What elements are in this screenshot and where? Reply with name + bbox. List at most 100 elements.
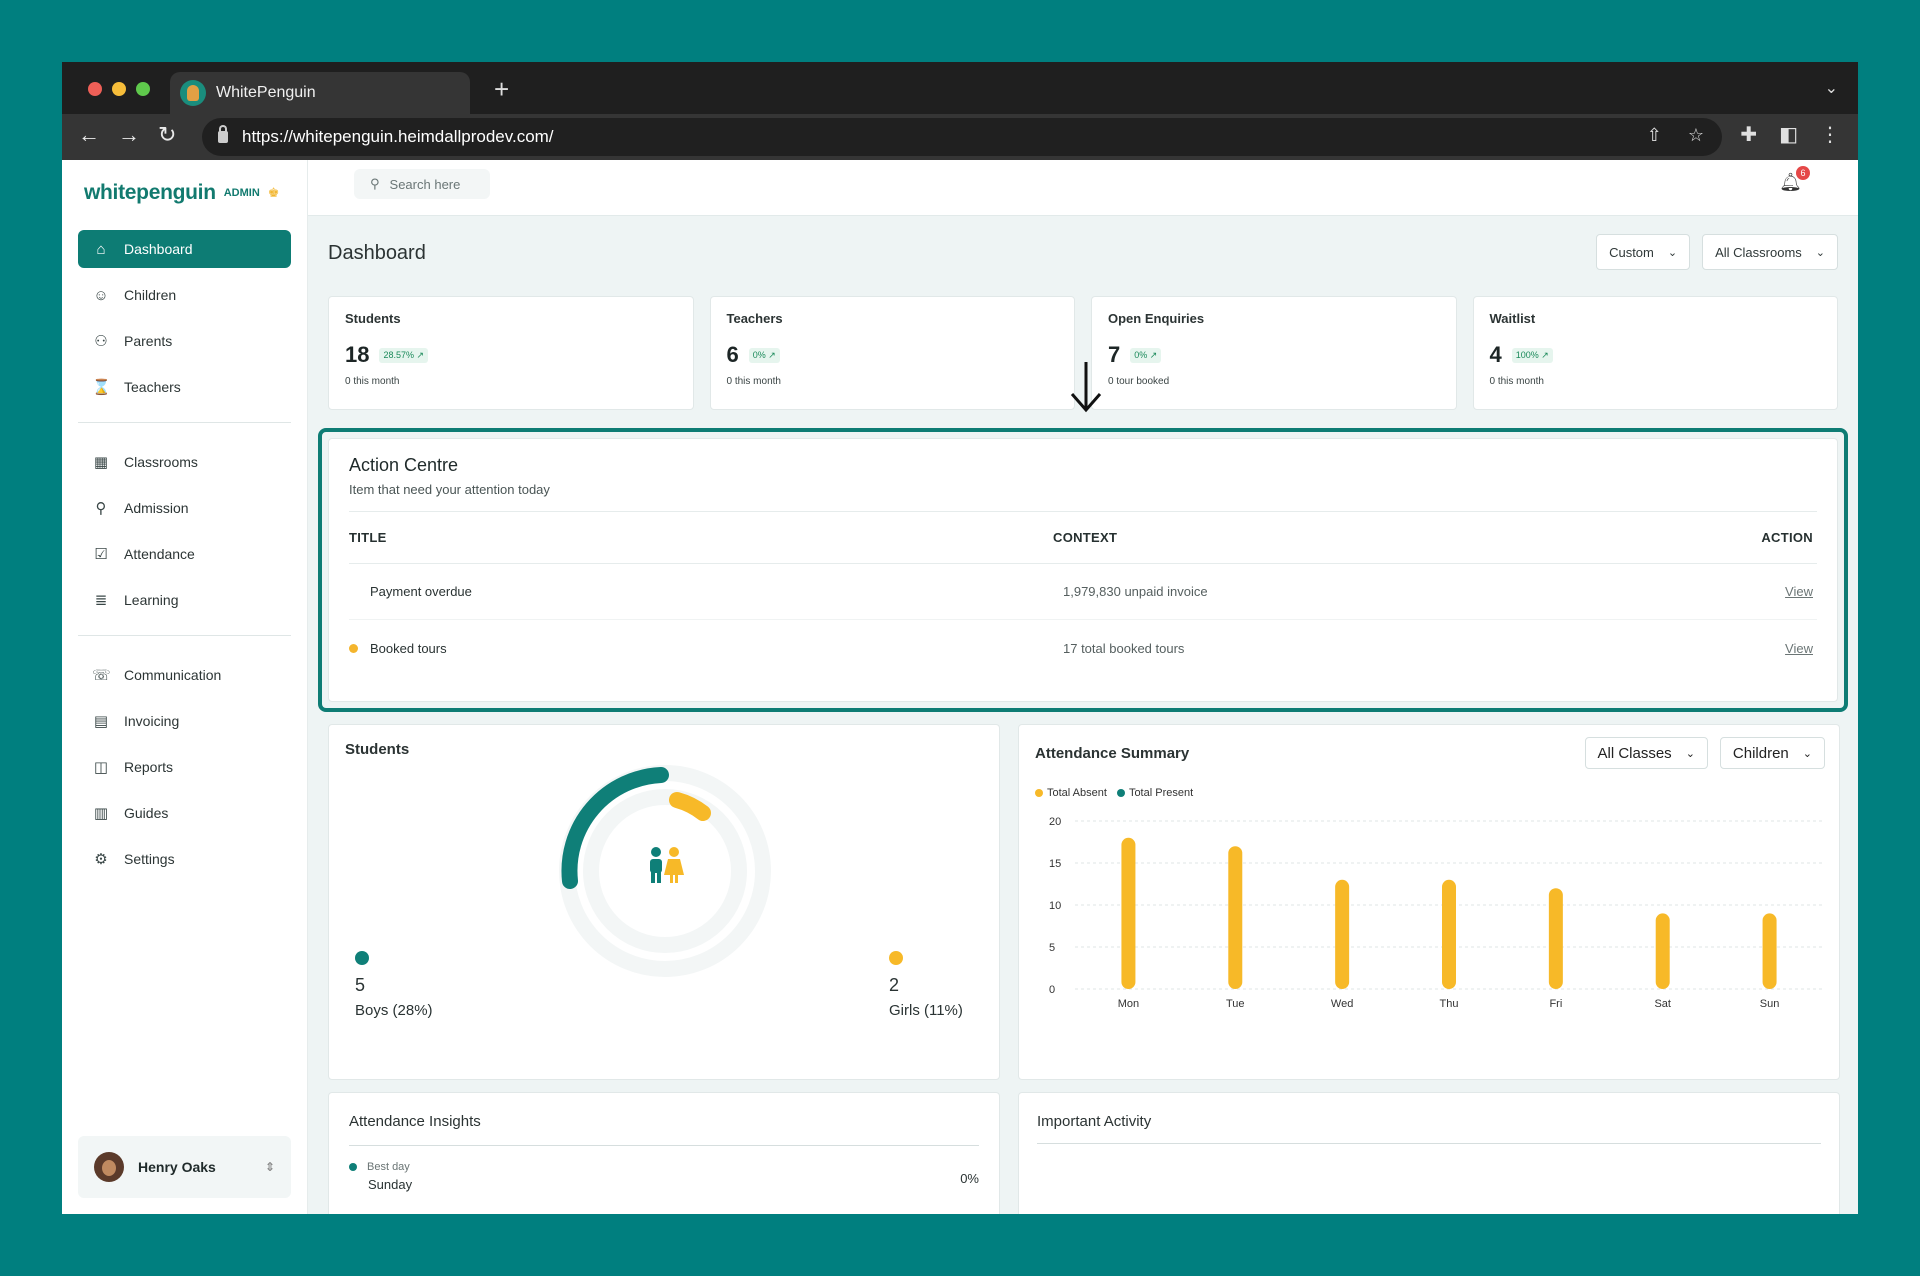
bar-absent-tue[interactable] [1228, 846, 1243, 989]
tab-list-chevron-icon[interactable]: ⌄ [1825, 78, 1838, 98]
sidebar-item-label: Learning [124, 592, 179, 608]
sidebar-item-dashboard[interactable]: ⌂ Dashboard [78, 230, 291, 268]
bar-absent-sun[interactable] [1762, 913, 1777, 989]
x-tick-label: Sat [1654, 998, 1671, 1010]
girls-legend: 2 Girls (11%) [889, 951, 963, 1019]
period-dropdown[interactable]: Custom ⌄ [1596, 234, 1691, 270]
page-title: Dashboard [328, 242, 426, 264]
stat-value: 6 [726, 342, 739, 367]
sidebar-item-label: Attendance [124, 546, 195, 562]
new-tab-plus-icon[interactable]: + [494, 74, 509, 105]
y-tick-label: 10 [1049, 900, 1061, 912]
tab-title: WhitePenguin [216, 84, 316, 101]
sidebar-item-guides[interactable]: ▥ Guides [78, 794, 291, 832]
bar-absent-wed[interactable] [1335, 879, 1350, 989]
x-tick-label: Sun [1760, 998, 1780, 1010]
classrooms-dropdown[interactable]: All Classrooms ⌄ [1702, 234, 1838, 270]
address-toolbar: ← → ↻ https://whitepenguin.heimdallprode… [62, 114, 1858, 160]
attendance-summary-card: Attendance Summary All Classes ⌄ Childre… [1018, 724, 1840, 1080]
maximize-window-button[interactable] [136, 82, 150, 96]
bar-absent-sat[interactable] [1655, 913, 1670, 989]
search-placeholder: Search here [389, 176, 461, 192]
row-title: Booked tours [370, 640, 447, 656]
stat-label: Students [345, 311, 401, 326]
dashboard-content: Dashboard Custom ⌄ All Classrooms ⌄ Stud… [318, 216, 1848, 1214]
type-filter-value: Children [1732, 744, 1789, 762]
y-tick-label: 15 [1049, 858, 1061, 870]
action-centre-highlight: Action Centre Item that need your attent… [318, 428, 1848, 712]
sidebar-item-label: Children [124, 287, 177, 303]
class-filter-dropdown[interactable]: All Classes ⌄ [1584, 737, 1708, 769]
sidebar-item-invoicing[interactable]: ▤ Invoicing [78, 702, 291, 740]
row-context: 17 total booked tours [1063, 640, 1185, 656]
sidebar: whitepenguin ADMIN ♚ ⌂ Dashboard ☺ Children… [62, 160, 308, 1214]
user-switcher[interactable]: Henry Oaks ⇕ [78, 1136, 291, 1198]
url-input[interactable]: https://whitepenguin.heimdallprodev.com/… [202, 118, 1722, 156]
sidebar-item-label: Dashboard [124, 241, 193, 257]
search-icon: ⚲ [370, 176, 380, 191]
x-tick-label: Fri [1549, 998, 1562, 1010]
sidebar-item-settings[interactable]: ⚙ Settings [78, 840, 291, 878]
notification-count-badge: 6 [1796, 166, 1810, 180]
down-arrow-icon [1070, 362, 1102, 413]
bar-absent-mon[interactable] [1121, 837, 1136, 989]
sidebar-item-reports[interactable]: ◫ Reports [78, 748, 291, 786]
sidebar-item-children[interactable]: ☺ Children [78, 276, 291, 314]
side-panel-icon[interactable]: ◧ [1779, 122, 1798, 147]
stat-card-open-enquiries[interactable]: Open Enquiries 7 0% ↗ 0 tour booked [1091, 296, 1457, 410]
chat-icon: ☏ [92, 667, 111, 684]
bar-absent-fri[interactable] [1548, 888, 1563, 989]
penguin-favicon-icon [180, 80, 206, 106]
bar-absent-thu[interactable] [1442, 879, 1456, 989]
y-tick-label: 0 [1049, 984, 1055, 996]
parents-icon: ⚇ [94, 333, 108, 350]
main-area: ⚲ Search here 🔔︎ 6 Dashboard Custom ⌄ Al… [308, 160, 1858, 1214]
sidebar-item-admission[interactable]: ⚲ Admission [78, 489, 291, 527]
stat-value: 7 [1108, 342, 1121, 367]
notifications-button[interactable]: 🔔︎ 6 [1779, 166, 1810, 193]
stat-card-waitlist[interactable]: Waitlist 4 100% ↗ 0 this month [1472, 296, 1838, 410]
close-window-button[interactable] [88, 82, 102, 96]
reports-icon: ◫ [93, 759, 109, 776]
sidebar-item-learning[interactable]: ≣ Learning [78, 581, 291, 619]
learning-icon: ≣ [94, 592, 108, 609]
reload-icon[interactable]: ↻ [158, 122, 176, 148]
dashboard-filters: Custom ⌄ All Classrooms ⌄ [1596, 234, 1838, 270]
type-filter-dropdown[interactable]: Children ⌄ [1719, 737, 1825, 769]
stat-subtext: 0 this month [726, 376, 781, 387]
brand-logo[interactable]: whitepenguin ADMIN ♚ [84, 178, 291, 208]
stat-card-students[interactable]: Students 18 28.57% ↗ 0 this month [328, 296, 694, 410]
sidebar-item-classrooms[interactable]: ▦ Classrooms [78, 443, 291, 481]
students-chart-card: Students 5 Boys (28%) 2 Girls (11%) [328, 724, 1000, 1080]
stat-card-teachers[interactable]: Teachers 6 0% ↗ 0 this month [709, 296, 1075, 410]
search-input[interactable]: ⚲ Search here [354, 169, 490, 199]
x-tick-label: Thu [1440, 998, 1459, 1010]
girls-arc [669, 792, 711, 821]
sidebar-item-communication[interactable]: ☏ Communication [78, 656, 291, 694]
chevron-down-icon: ⌄ [1815, 246, 1825, 259]
boys-dot [355, 951, 369, 965]
browser-tab[interactable]: WhitePenguin [170, 72, 470, 114]
forward-arrow-icon[interactable]: → [118, 122, 140, 148]
brand-name: whitepenguin [84, 181, 216, 204]
avatar [94, 1152, 124, 1182]
bookmark-star-icon[interactable]: ☆ [1688, 125, 1704, 146]
minimize-window-button[interactable] [112, 82, 126, 96]
sidebar-item-attendance[interactable]: ☑ Attendance [78, 535, 291, 573]
students-donut-chart [559, 765, 771, 977]
stat-value: 18 [345, 342, 370, 367]
view-link[interactable]: View [1785, 641, 1813, 656]
sidebar-item-teachers[interactable]: ⌛ Teachers [78, 368, 291, 406]
nav-divider [78, 635, 291, 636]
back-arrow-icon[interactable]: ← [78, 122, 100, 148]
extensions-puzzle-icon[interactable]: ✚ [1740, 122, 1757, 147]
table-row: Booked tours 17 total booked tours View [349, 620, 1817, 676]
attendance-insights-card: Attendance Insights Best day Sunday 0% [328, 1092, 1000, 1214]
browser-menu-icon[interactable]: ⋮ [1820, 122, 1840, 147]
view-link[interactable]: View [1785, 584, 1813, 599]
x-tick-label: Mon [1118, 998, 1139, 1010]
sidebar-item-label: Guides [124, 805, 169, 821]
share-icon[interactable]: ⇧ [1647, 125, 1662, 146]
sidebar-item-parents[interactable]: ⚇ Parents [78, 322, 291, 360]
lock-icon[interactable] [218, 125, 228, 143]
